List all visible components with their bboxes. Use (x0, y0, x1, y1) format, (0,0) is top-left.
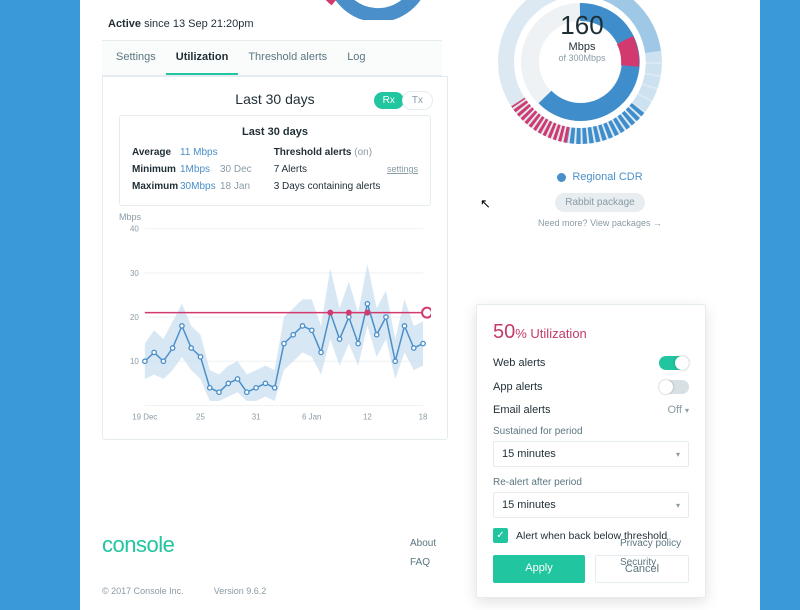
email-alerts-label: Email alerts (493, 404, 550, 416)
stats-title: Last 30 days (132, 126, 418, 138)
footer-link-about[interactable]: About (410, 538, 436, 549)
stats-settings-link[interactable]: settings (387, 164, 418, 174)
copyright: © 2017 Console Inc.Version 9.6.2 (102, 586, 738, 596)
utilization-chart: 10 20 30 40 19 Dec 25 31 6 Jan 12 18 (119, 224, 431, 424)
tab-settings[interactable]: Settings (106, 41, 166, 75)
package-chip[interactable]: Rabbit package (555, 193, 645, 212)
web-alerts-toggle[interactable] (659, 356, 689, 370)
tx-pill[interactable]: Tx (402, 91, 433, 110)
status-line: Active since 13 Sep 21:20pm (108, 18, 254, 30)
tab-threshold-alerts[interactable]: Threshold alerts (238, 41, 337, 75)
popover-title: 50% Utilization (493, 321, 689, 344)
email-alerts-dropdown[interactable]: Off ▾ (667, 404, 689, 416)
stats-box: Last 30 days Average11 Mbps Minimum1Mbps… (119, 115, 431, 206)
svg-text:12: 12 (363, 412, 372, 421)
cursor-icon: ↖ (480, 196, 491, 212)
tabs: Settings Utilization Threshold alerts Lo… (102, 40, 442, 76)
view-packages-link[interactable]: Need more? View packages → (480, 218, 720, 228)
mini-donut-fragment (320, 0, 440, 20)
chart-card: Last 30 days Rx Tx Last 30 days Average1… (102, 76, 448, 440)
app-alerts-label: App alerts (493, 381, 543, 393)
rx-pill[interactable]: Rx (374, 92, 404, 109)
svg-text:6 Jan: 6 Jan (302, 412, 321, 421)
realert-select[interactable]: 15 minutes▾ (493, 492, 689, 518)
tab-log[interactable]: Log (337, 41, 375, 75)
svg-text:10: 10 (130, 357, 139, 366)
footer-link-privacy[interactable]: Privacy policy (620, 538, 681, 549)
footer-link-security[interactable]: Security (620, 557, 681, 568)
gauge-legend: Regional CDR (480, 171, 720, 183)
web-alerts-label: Web alerts (493, 357, 545, 369)
svg-text:20: 20 (130, 313, 139, 322)
svg-text:18: 18 (419, 412, 428, 421)
footer-link-faq[interactable]: FAQ (410, 557, 436, 568)
gauge-value: 160 (542, 10, 622, 41)
y-axis-label: Mbps (119, 212, 431, 222)
svg-text:19 Dec: 19 Dec (132, 412, 157, 421)
svg-text:25: 25 (196, 412, 205, 421)
tab-utilization[interactable]: Utilization (166, 41, 239, 75)
app-alerts-toggle[interactable] (659, 380, 689, 394)
svg-text:40: 40 (130, 225, 139, 234)
gauge: 160 Mbps of 300Mbps Regional CDR Rabbit … (480, 0, 720, 228)
rxtx-toggle[interactable]: Rx Tx (374, 91, 433, 110)
svg-text:31: 31 (252, 412, 261, 421)
sustained-select[interactable]: 15 minutes▾ (493, 441, 689, 467)
svg-text:30: 30 (130, 269, 139, 278)
